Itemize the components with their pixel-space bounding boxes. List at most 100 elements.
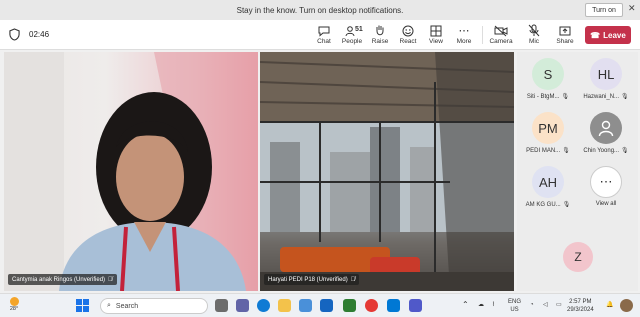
mic-off-icon: 🎙 — [561, 94, 570, 100]
close-icon[interactable]: ✕ — [628, 3, 636, 14]
person-icon — [598, 120, 614, 137]
edge-icon[interactable] — [257, 299, 270, 312]
meeting-toolbar: 02:46 Chat 51 People Raise React View ⋯ … — [0, 20, 640, 50]
participant-count: 51 — [355, 26, 363, 33]
clock-date: 29/3/2024 — [567, 307, 594, 313]
battery-icon[interactable]: ▭ — [556, 301, 562, 309]
search-icon: ⌕ — [107, 302, 111, 309]
participant-name: AM KG GU... — [525, 201, 561, 208]
sun-icon — [9, 297, 19, 306]
mic-label: Mic — [528, 38, 540, 45]
participant-name-tag: Cantymia anak Ringos (Unverified) 🎙̸ — [8, 274, 117, 285]
windows-start-icon[interactable] — [76, 299, 89, 312]
participant-tile[interactable]: HL Hazwani_N... 🎙 — [577, 58, 635, 110]
participant-video-image — [4, 52, 258, 291]
view-all-button[interactable]: ⋯ View all — [577, 166, 635, 218]
region-label: US — [510, 307, 519, 313]
participant-name: Haryati PEDI P18 (Unverified) — [268, 276, 348, 283]
react-label: React — [399, 38, 417, 45]
participant-video[interactable]: Haryati PEDI P18 (Unverified) 🎙̸ — [260, 52, 514, 291]
avatar: HL — [590, 58, 622, 90]
camera-label: Camera — [489, 38, 513, 45]
camera-button[interactable]: Camera — [484, 23, 518, 49]
participant-name: Chin Yoong... — [583, 147, 620, 154]
language-indicator[interactable]: ENG US — [508, 298, 521, 314]
raise-label: Raise — [371, 38, 389, 45]
defender-icon[interactable] — [387, 299, 400, 312]
toolbar-divider — [482, 26, 483, 44]
participant-name: Siti - BtgM... — [526, 93, 560, 100]
shield-icon — [9, 28, 20, 41]
participant-tile[interactable]: S Siti - BtgM... 🎙 — [519, 58, 577, 110]
participant-name: Cantymia anak Ringos (Unverified) — [12, 276, 106, 283]
meeting-stage: Cantymia anak Ringos (Unverified) 🎙̸ Har… — [0, 50, 640, 293]
chat-icon — [318, 23, 330, 38]
more-icon: ⋯ — [458, 25, 470, 37]
view-all-label: View all — [595, 201, 617, 207]
share-icon — [559, 23, 571, 38]
avatar — [590, 112, 622, 144]
taskbar-search[interactable]: ⌕ Search — [100, 298, 208, 314]
wifi-icon[interactable]: ◔ — [530, 301, 534, 309]
teams-work-icon[interactable] — [409, 299, 422, 312]
notification-message: Stay in the know. Turn on desktop notifi… — [236, 5, 404, 15]
chrome-icon[interactable] — [365, 299, 378, 312]
participant-tile[interactable]: Chin Yoong... 🎙 — [577, 112, 635, 164]
participant-video-image — [260, 52, 514, 291]
mic-off-icon: 🎙 — [562, 202, 571, 208]
people-label: People — [341, 38, 363, 45]
mic-off-icon: 🎙̸ — [108, 276, 113, 283]
chat-label: Chat — [317, 38, 331, 45]
turn-on-button[interactable]: Turn on — [585, 3, 623, 17]
avatar[interactable] — [620, 299, 633, 312]
weather-temp: 28° — [9, 306, 19, 312]
clock-time: 2:57 PM — [569, 299, 592, 305]
leave-button[interactable]: ☎ Leave — [585, 26, 631, 44]
windows-taskbar: 28° ⌕ Search ⌃ ☁ ⌇ ENG US ◔ ◁ ▭ 2:57 PM … — [0, 293, 640, 317]
participant-roster: S Siti - BtgM... 🎙 HL Hazwani_N... 🎙 PM PE… — [517, 52, 638, 291]
teams-icon[interactable] — [236, 299, 249, 312]
participant-video[interactable]: Cantymia anak Ringos (Unverified) 🎙̸ — [4, 52, 258, 291]
clock[interactable]: 2:57 PM 29/3/2024 — [567, 298, 594, 314]
mail-icon[interactable] — [320, 299, 333, 312]
participant-name: PEDI MAN... — [526, 147, 561, 154]
mic-button[interactable]: Mic — [517, 23, 551, 49]
share-button[interactable]: Share — [548, 23, 582, 49]
chevron-up-icon[interactable]: ⌃ — [462, 301, 469, 309]
camera-off-icon — [494, 23, 508, 38]
smiley-icon — [402, 23, 414, 38]
cloud-icon[interactable]: ☁ — [478, 301, 484, 309]
file-explorer-icon[interactable] — [278, 299, 291, 312]
language-label: ENG — [508, 299, 522, 305]
mic-off-icon: 🎙 — [562, 148, 570, 154]
more-button[interactable]: ⋯ More — [447, 23, 481, 49]
search-placeholder: Search — [115, 302, 139, 310]
grid-icon — [430, 23, 442, 38]
mic-off-icon: 🎙 — [621, 94, 629, 100]
view-label: View — [429, 38, 443, 45]
participant-name: Hazwani_N... — [583, 93, 620, 100]
more-label: More — [456, 38, 472, 45]
participant-tile[interactable]: AH AM KG GU... 🎙 — [519, 166, 577, 218]
mic-off-icon: 🎙 — [621, 148, 629, 154]
hand-icon — [374, 23, 386, 38]
mic-off-icon: 🎙̸ — [350, 276, 356, 283]
share-label: Share — [556, 38, 574, 45]
participant-name-tag: Haryati PEDI P18 (Unverified) 🎙̸ — [264, 274, 360, 285]
meeting-timer: 02:46 — [29, 30, 50, 39]
notification-bar: Stay in the know. Turn on desktop notifi… — [0, 0, 640, 20]
avatar[interactable]: Z — [563, 242, 593, 272]
volume-icon[interactable]: ◁ — [543, 301, 548, 309]
bell-icon[interactable]: 🔔 — [606, 301, 613, 309]
phone-hangup-icon: ☎ — [590, 30, 601, 40]
network-icon[interactable]: ⌇ — [492, 301, 495, 309]
store-icon[interactable] — [299, 299, 312, 312]
avatar: S — [532, 58, 564, 90]
avatar: AH — [532, 166, 564, 198]
leave-label: Leave — [603, 30, 626, 40]
task-view-icon[interactable] — [215, 299, 228, 312]
excel-icon[interactable] — [343, 299, 356, 312]
more-icon: ⋯ — [590, 166, 622, 198]
weather-widget[interactable]: 28° — [4, 297, 24, 315]
participant-tile[interactable]: PM PEDI MAN... 🎙 — [519, 112, 577, 164]
